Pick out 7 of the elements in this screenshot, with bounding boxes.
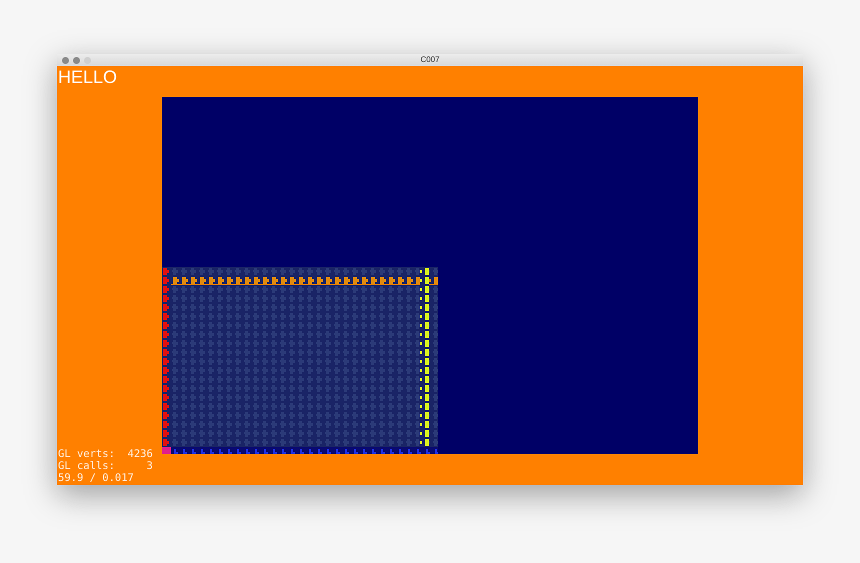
window-title: C007	[420, 54, 440, 66]
stats-line: GL verts: 4236	[58, 448, 153, 460]
close-button[interactable]	[62, 56, 69, 64]
stats-line: 59.9 / 0.017	[58, 472, 135, 484]
minimize-button[interactable]	[73, 56, 80, 64]
hello-label: HELLO	[57, 66, 118, 89]
stats-line: GL calls: 3	[58, 460, 153, 472]
